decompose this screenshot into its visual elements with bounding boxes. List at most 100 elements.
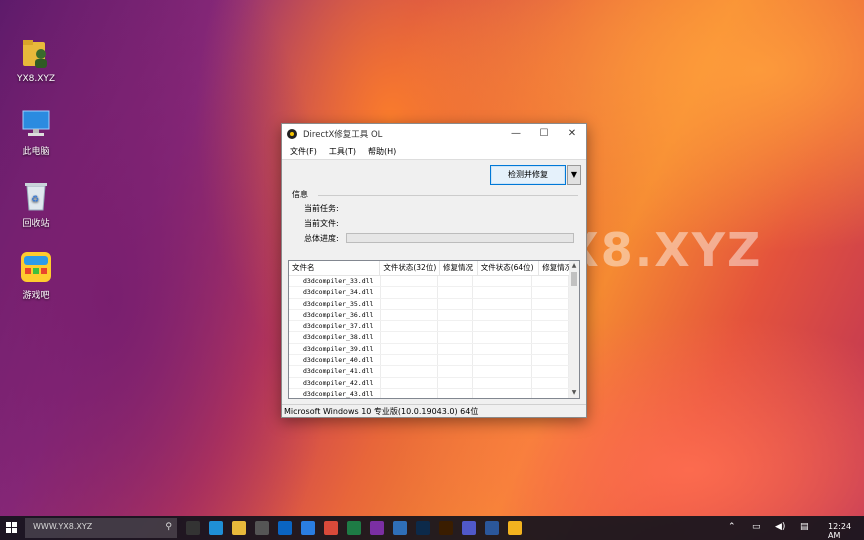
volume-icon[interactable]: ◀) <box>775 522 785 532</box>
photoshop-icon[interactable] <box>416 521 430 535</box>
desktop-icon-label: YX8.XYZ <box>16 74 56 84</box>
status-cell <box>473 276 532 287</box>
overall-progress-label: 总体进度: <box>304 234 339 243</box>
column-header-status-64[interactable]: 文件状态(64位) <box>478 261 540 275</box>
status-cell <box>438 355 473 366</box>
search-icon: ⚲ <box>165 522 172 532</box>
status-cell <box>438 298 473 309</box>
file-name-cell: d3dcompiler_34.dll <box>289 287 381 298</box>
status-cell <box>532 366 569 377</box>
current-task-label: 当前任务: <box>304 204 339 213</box>
check-and-repair-button[interactable]: 检测并修复 <box>490 165 566 185</box>
title-bar[interactable]: DirectX修复工具 OL — ☐ ✕ <box>282 124 586 143</box>
scroll-thumb[interactable] <box>571 272 577 286</box>
status-cell <box>381 298 438 309</box>
status-cell <box>381 388 438 398</box>
word-icon[interactable] <box>485 521 499 535</box>
column-header-filename[interactable]: 文件名 <box>289 261 381 275</box>
scroll-down-icon[interactable]: ▼ <box>569 388 579 398</box>
status-cell <box>381 366 438 377</box>
file-name-cell: d3dcompiler_33.dll <box>289 276 381 287</box>
info-header: 信息 <box>292 190 308 199</box>
close-button[interactable]: ✕ <box>558 124 586 143</box>
status-cell <box>532 332 569 343</box>
desktop-icon-label: 此电脑 <box>22 147 50 157</box>
status-cell <box>438 276 473 287</box>
status-cell <box>438 321 473 332</box>
vertical-scrollbar[interactable]: ▲ ▼ <box>569 261 579 398</box>
status-cell <box>438 377 473 388</box>
excel-icon[interactable] <box>347 521 361 535</box>
file-name-cell: d3dcompiler_43.dll <box>289 388 381 398</box>
column-header-repair-32[interactable]: 修复情况 <box>440 261 478 275</box>
status-cell <box>473 309 532 321</box>
current-file-label: 当前文件: <box>304 219 339 228</box>
table-row[interactable]: d3dcompiler_42.dll <box>289 377 579 389</box>
outlook-icon[interactable] <box>278 521 292 535</box>
status-cell <box>438 332 473 343</box>
table-row[interactable]: d3dcompiler_36.dll <box>289 309 579 322</box>
status-cell <box>532 298 569 309</box>
file-name-cell: d3dcompiler_36.dll <box>289 309 381 321</box>
toolbar: 检测并修复 ▼ <box>282 160 586 190</box>
status-cell <box>532 343 569 355</box>
status-cell <box>473 321 532 332</box>
table-row[interactable]: d3dcompiler_39.dll <box>289 343 579 356</box>
file-explorer-icon[interactable] <box>232 521 246 535</box>
calendar-icon[interactable] <box>301 521 315 535</box>
status-cell <box>438 388 473 398</box>
teams-icon[interactable] <box>462 521 476 535</box>
taskbar-search[interactable]: WWW.YX8.XYZ ⚲ <box>25 518 177 538</box>
desktop-icon-label: 回收站 <box>22 219 50 229</box>
table-row[interactable]: d3dcompiler_40.dll <box>289 355 579 367</box>
menu-bar: 文件(F) 工具(T) 帮助(H) <box>282 143 586 160</box>
task-view-icon[interactable] <box>186 521 200 535</box>
menu-tools[interactable]: 工具(T) <box>329 146 356 157</box>
status-cell <box>532 276 569 287</box>
desktop-icon-recycle-bin[interactable]: ♻ 回收站 <box>8 178 64 229</box>
edge-icon[interactable] <box>209 521 223 535</box>
windows-start-icon[interactable] <box>6 522 18 534</box>
status-cell <box>532 287 569 298</box>
file-name-cell: d3dcompiler_42.dll <box>289 377 381 388</box>
desktop-icon-this-pc[interactable]: 此电脑 <box>8 106 64 157</box>
maximize-button[interactable]: ☐ <box>530 124 558 143</box>
table-row[interactable]: d3dcompiler_41.dll <box>289 366 579 378</box>
file-list-header: 文件名 文件状态(32位) 修复情况 文件状态(64位) 修复情况 <box>289 261 579 276</box>
menu-file[interactable]: 文件(F) <box>290 146 317 157</box>
desktop-icon-yx8[interactable]: YX8.XYZ <box>8 36 64 84</box>
chrome-icon[interactable] <box>324 521 338 535</box>
minimize-button[interactable]: — <box>502 124 530 143</box>
status-cell <box>473 366 532 377</box>
file-name-cell: d3dcompiler_37.dll <box>289 321 381 332</box>
status-cell <box>381 276 438 287</box>
column-header-status-32[interactable]: 文件状态(32位) <box>380 261 440 275</box>
status-cell <box>438 366 473 377</box>
table-row[interactable]: d3dcompiler_34.dll <box>289 287 579 299</box>
photos-icon[interactable] <box>393 521 407 535</box>
illustrator-icon[interactable] <box>439 521 453 535</box>
table-row[interactable]: d3dcompiler_43.dll <box>289 388 579 398</box>
store-icon[interactable] <box>255 521 269 535</box>
show-hidden-icons[interactable]: ⌃ <box>728 522 736 532</box>
status-cell <box>438 343 473 355</box>
status-cell <box>532 355 569 366</box>
game-app-icon[interactable] <box>508 521 522 535</box>
scroll-up-icon[interactable]: ▲ <box>569 261 579 271</box>
table-row[interactable]: d3dcompiler_37.dll <box>289 321 579 333</box>
table-row[interactable]: d3dcompiler_33.dll <box>289 276 579 288</box>
network-icon[interactable]: ▭ <box>752 522 761 532</box>
directx-repair-window: DirectX修复工具 OL — ☐ ✕ 文件(F) 工具(T) 帮助(H) 检… <box>281 123 587 418</box>
status-cell <box>381 309 438 321</box>
onenote-icon[interactable] <box>370 521 384 535</box>
file-list[interactable]: 文件名 文件状态(32位) 修复情况 文件状态(64位) 修复情况 d3dcom… <box>288 260 580 399</box>
options-dropdown-button[interactable]: ▼ <box>567 165 581 185</box>
status-cell <box>473 287 532 298</box>
status-cell <box>438 287 473 298</box>
menu-help[interactable]: 帮助(H) <box>368 146 396 157</box>
table-row[interactable]: d3dcompiler_35.dll <box>289 298 579 310</box>
notification-icon[interactable]: ▤ <box>800 522 809 532</box>
table-row[interactable]: d3dcompiler_38.dll <box>289 332 579 344</box>
desktop-icon-game[interactable]: 游戏吧 <box>8 250 64 301</box>
clock[interactable]: 12:24 AM <box>828 522 864 540</box>
